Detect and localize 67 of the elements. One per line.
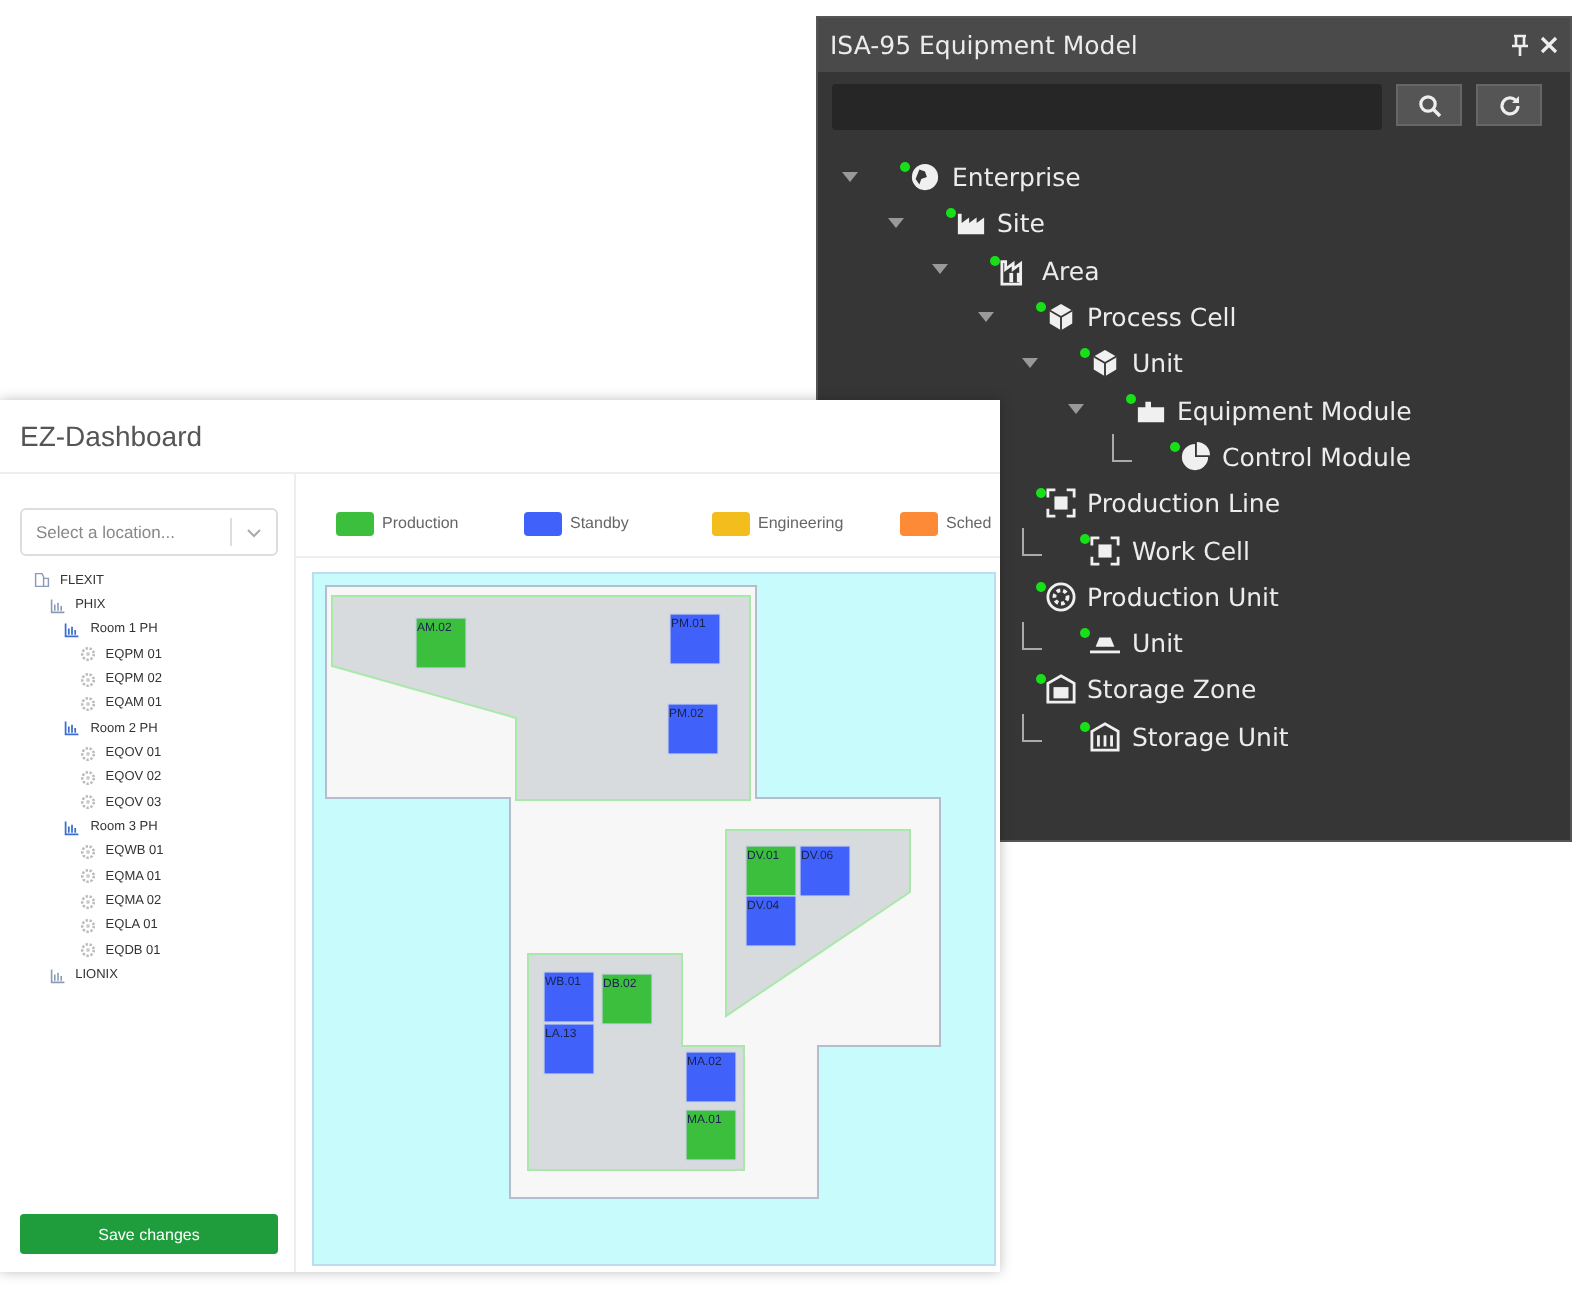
dashboard-title: EZ-Dashboard: [20, 420, 203, 452]
status-dot: [990, 255, 1000, 266]
tree-item[interactable]: Control Module: [1222, 441, 1412, 472]
tree-item[interactable]: Storage Zone: [1087, 674, 1257, 705]
factory-icon: [955, 208, 985, 239]
status-dot: [900, 162, 910, 172]
tree-item[interactable]: Unit: [1132, 348, 1183, 379]
status-dot: [945, 208, 955, 219]
bar-chart-icon: [64, 720, 81, 737]
close-icon[interactable]: [1540, 36, 1558, 54]
legend-label: Production: [382, 514, 459, 532]
bar-chart-icon: [49, 967, 66, 984]
cube-icon: [1045, 302, 1075, 333]
save-button[interactable]: Save changes: [20, 1214, 278, 1254]
panel-title: ISA-95 Equipment Model: [830, 30, 1140, 60]
bar-chart-icon: [49, 597, 66, 614]
tree-item[interactable]: Storage Unit: [1132, 721, 1289, 752]
expand-arrow-icon[interactable]: [842, 171, 858, 182]
frame-icon: [1090, 535, 1120, 566]
pie-chart-icon: [1180, 441, 1210, 472]
status-dot: [1125, 394, 1135, 405]
status-dot: [1170, 441, 1180, 452]
status-dot: [1035, 301, 1045, 312]
tree-connector-icon: [1022, 714, 1042, 743]
expand-arrow-icon[interactable]: [887, 217, 903, 228]
status-dot: [1035, 488, 1045, 499]
tree-item[interactable]: Area: [1042, 255, 1100, 286]
refresh-icon: [1497, 93, 1521, 117]
search-icon: [1417, 93, 1441, 117]
frame-icon: [1045, 488, 1075, 519]
refresh-button[interactable]: [1476, 84, 1542, 126]
expand-arrow-icon[interactable]: [977, 311, 993, 322]
warehouse-icon: [1045, 674, 1075, 705]
status-dot: [1035, 581, 1045, 592]
expand-arrow-icon[interactable]: [1067, 404, 1083, 415]
status-dot: [1080, 348, 1090, 359]
tree-item[interactable]: Unit: [1132, 628, 1183, 659]
document-icon: [34, 572, 50, 589]
tree-item[interactable]: Production Unit: [1087, 581, 1279, 612]
status-dot: [1080, 534, 1090, 545]
tree-item[interactable]: Process Cell: [1087, 302, 1237, 333]
expand-arrow-icon[interactable]: [932, 264, 948, 275]
bar-chart-icon: [64, 819, 81, 836]
pin-icon[interactable]: [1512, 34, 1528, 56]
tree-connector-icon: [1112, 434, 1132, 463]
cube-icon: [1090, 348, 1120, 379]
tree-item[interactable]: Enterprise: [952, 162, 1081, 193]
legend-label: Standby: [570, 514, 629, 532]
tree-connector-icon: [1022, 621, 1042, 650]
location-select[interactable]: Select a location...: [20, 508, 278, 556]
status-dot: [1035, 674, 1045, 685]
tree-item[interactable]: Site: [997, 208, 1045, 239]
tree-item[interactable]: Production Line: [1087, 488, 1281, 519]
status-dot: [1080, 627, 1090, 638]
storage-icon: [1090, 721, 1120, 752]
search-button[interactable]: [1396, 84, 1462, 126]
tree-connector-icon: [1022, 528, 1042, 557]
globe-icon: [910, 162, 940, 193]
expand-arrow-icon[interactable]: [1022, 357, 1038, 368]
tree-item[interactable]: Equipment Module: [1177, 395, 1412, 426]
gear-icon: [1045, 581, 1075, 612]
tree-item[interactable]: Work Cell: [1132, 535, 1250, 566]
legend-label: Engineering: [758, 514, 844, 532]
bar-chart-icon: [64, 621, 81, 638]
legend-label: Sched: [946, 514, 992, 532]
status-dot: [1080, 721, 1090, 732]
chevron-down-icon: [246, 527, 262, 537]
